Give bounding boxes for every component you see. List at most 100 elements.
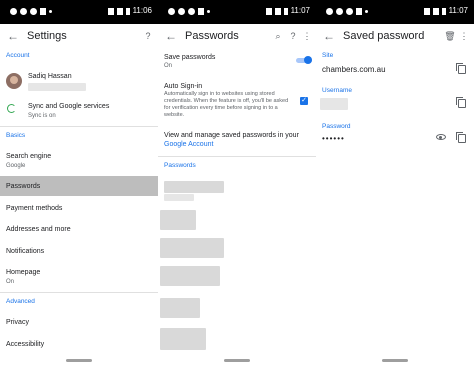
visibility-icon[interactable] bbox=[436, 134, 446, 140]
system-icons: 11:07 bbox=[265, 6, 310, 16]
arrow-back-icon[interactable]: ← bbox=[6, 28, 20, 44]
page-title: Settings bbox=[27, 30, 67, 42]
facebook-icon bbox=[30, 8, 37, 15]
passwords-screen: 11:07 ← Passwords ⌕ ? ⋮ Save passwords O… bbox=[158, 0, 316, 368]
password-entry-redacted[interactable] bbox=[160, 298, 200, 318]
manage-text: View and manage saved passwords in your bbox=[164, 132, 299, 139]
notification-icons bbox=[168, 8, 210, 15]
passwords-item[interactable]: Passwords bbox=[6, 182, 40, 191]
password-entry-redacted[interactable] bbox=[160, 238, 224, 258]
search-icon[interactable]: ⌕ bbox=[272, 29, 284, 43]
wifi-icon bbox=[107, 7, 114, 15]
app-notification-icon bbox=[198, 8, 204, 15]
save-passwords-toggle[interactable] bbox=[296, 56, 312, 64]
password-label: Password bbox=[322, 123, 351, 130]
dot-icon bbox=[365, 10, 368, 13]
password-entry-redacted[interactable] bbox=[160, 328, 206, 350]
page-title: Saved password bbox=[343, 30, 425, 42]
gesture-nav-bar bbox=[158, 354, 316, 368]
status-time: 11:07 bbox=[290, 6, 310, 15]
password-entry-redacted[interactable] bbox=[160, 210, 196, 230]
help-icon[interactable]: ? bbox=[142, 29, 154, 43]
wifi-icon bbox=[265, 7, 272, 15]
system-icons: 11:07 bbox=[423, 6, 468, 16]
section-passwords: Passwords bbox=[164, 162, 196, 169]
whatsapp-icon bbox=[168, 8, 175, 15]
chrome-icon bbox=[336, 8, 343, 15]
facebook-icon bbox=[346, 8, 353, 15]
copy-icon[interactable] bbox=[456, 97, 466, 108]
help-icon[interactable]: ? bbox=[287, 29, 299, 43]
arrow-back-icon[interactable]: ← bbox=[322, 28, 336, 44]
arrow-back-icon[interactable]: ← bbox=[164, 28, 178, 44]
payment-methods-item[interactable]: Payment methods bbox=[6, 204, 62, 213]
status-time: 11:07 bbox=[448, 6, 468, 15]
status-bar: 11:07 bbox=[316, 0, 474, 24]
sync-status: Sync is on bbox=[28, 113, 56, 119]
auto-signin-description: Automatically sign in to websites using … bbox=[164, 91, 289, 118]
homepage-value: On bbox=[6, 279, 15, 285]
home-handle[interactable] bbox=[224, 359, 250, 362]
username-label: Username bbox=[322, 87, 352, 94]
privacy-item[interactable]: Privacy bbox=[6, 318, 29, 327]
password-value: •••••• bbox=[322, 134, 345, 143]
more-vert-icon[interactable]: ⋮ bbox=[301, 29, 313, 43]
section-basics: Basics bbox=[6, 132, 26, 139]
more-vert-icon[interactable]: ⋮ bbox=[458, 29, 470, 43]
delete-icon[interactable]: 🗑 bbox=[444, 29, 456, 43]
status-bar: 11:07 bbox=[158, 0, 316, 24]
battery-icon bbox=[441, 7, 446, 15]
user-name[interactable]: Sadiq Hassan bbox=[28, 72, 72, 81]
password-entry-sub-redacted bbox=[164, 194, 194, 201]
sync-title[interactable]: Sync and Google services bbox=[28, 102, 109, 111]
signal-icon bbox=[274, 7, 281, 15]
section-advanced: Advanced bbox=[6, 298, 35, 305]
chrome-icon bbox=[20, 8, 27, 15]
password-entry-redacted[interactable] bbox=[164, 181, 224, 193]
homepage-item[interactable]: Homepage bbox=[6, 268, 40, 277]
google-account-link[interactable]: Google Account bbox=[164, 141, 213, 148]
accessibility-item[interactable]: Accessibility bbox=[6, 340, 44, 349]
saved-password-screen: 11:07 ← Saved password 🗑 ⋮ Site chambers… bbox=[316, 0, 474, 368]
notification-icons bbox=[10, 8, 52, 15]
search-engine-item[interactable]: Search engine bbox=[6, 152, 51, 161]
notification-icons bbox=[326, 8, 368, 15]
gesture-nav-bar bbox=[316, 354, 474, 368]
password-entry-redacted[interactable] bbox=[160, 266, 220, 286]
site-value: chambers.com.au bbox=[322, 65, 386, 74]
system-icons: 11:06 bbox=[107, 6, 152, 16]
auto-signin-checkbox[interactable]: ✓ bbox=[300, 97, 308, 105]
search-engine-value: Google bbox=[6, 163, 26, 169]
toggle-thumb bbox=[304, 56, 312, 64]
page-title: Passwords bbox=[185, 30, 239, 42]
chrome-icon bbox=[178, 8, 185, 15]
app-bar: ← Passwords ⌕ ? ⋮ bbox=[158, 24, 316, 48]
addresses-item[interactable]: Addresses and more bbox=[6, 225, 71, 234]
copy-icon[interactable] bbox=[456, 63, 466, 74]
app-notification-icon bbox=[40, 8, 46, 15]
home-handle[interactable] bbox=[66, 359, 92, 362]
divider bbox=[158, 156, 316, 157]
username-redacted bbox=[320, 98, 348, 110]
section-account: Account bbox=[6, 52, 30, 59]
notifications-item[interactable]: Notifications bbox=[6, 247, 44, 256]
whatsapp-icon bbox=[326, 8, 333, 15]
settings-screen: 11:06 ← Settings ? Account Sadiq Hassan … bbox=[0, 0, 158, 368]
facebook-icon bbox=[188, 8, 195, 15]
site-label: Site bbox=[322, 52, 334, 59]
dot-icon bbox=[49, 10, 52, 13]
save-passwords-label: Save passwords bbox=[164, 54, 216, 61]
sync-icon bbox=[7, 104, 16, 113]
signal-icon bbox=[432, 7, 439, 15]
home-handle[interactable] bbox=[382, 359, 408, 362]
dot-icon bbox=[207, 10, 210, 13]
gesture-nav-bar bbox=[0, 354, 158, 368]
battery-icon bbox=[125, 7, 130, 15]
app-notification-icon bbox=[356, 8, 362, 15]
whatsapp-icon bbox=[10, 8, 17, 15]
app-bar: ← Settings ? bbox=[0, 24, 158, 48]
manage-passwords-text[interactable]: View and manage saved passwords in your … bbox=[164, 131, 310, 149]
app-bar: ← Saved password 🗑 ⋮ bbox=[316, 24, 474, 48]
save-passwords-status: On bbox=[164, 63, 173, 69]
copy-icon[interactable] bbox=[456, 132, 466, 143]
